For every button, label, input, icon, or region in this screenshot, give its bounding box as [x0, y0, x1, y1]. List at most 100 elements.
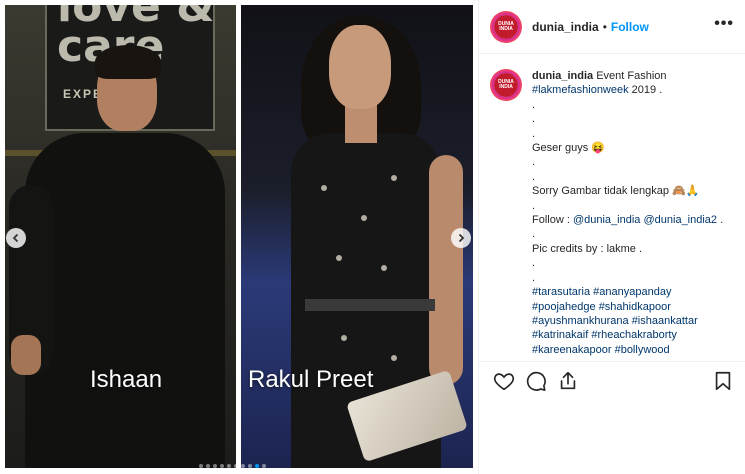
- carousel-dot: [227, 464, 231, 468]
- caption-text-segment: .: [532, 113, 536, 126]
- hashtag-link[interactable]: #lakmefashionweek: [532, 84, 629, 96]
- post-panel: DUNIA INDIA dunia_india • Follow ••• DUN…: [478, 0, 745, 474]
- embroidery: [391, 175, 397, 181]
- avatar-logo: DUNIA INDIA: [494, 73, 518, 97]
- header-username[interactable]: dunia_india: [532, 20, 599, 34]
- avatar-logo: DUNIA INDIA: [494, 14, 518, 39]
- person-arm: [429, 155, 463, 385]
- caption-text-segment: .: [532, 199, 536, 212]
- person-neck: [345, 103, 377, 143]
- caption-text-segment: 2019 .: [628, 84, 663, 97]
- save-button[interactable]: [712, 370, 734, 392]
- photo-caption-left: Ishaan: [90, 366, 163, 393]
- person-body: [25, 133, 225, 468]
- hashtag-link[interactable]: #rheachakraborty: [591, 329, 677, 341]
- caption-line: Follow : @dunia_india @dunia_india2 .: [532, 213, 732, 227]
- mention-link[interactable]: @dunia_india: [573, 214, 640, 226]
- embroidery: [341, 335, 347, 341]
- caption-line: .: [532, 112, 732, 126]
- caption-text-segment: .: [532, 156, 536, 169]
- caption-line: #poojahedge #shahidkapoor: [532, 300, 732, 314]
- carousel-dot: [248, 464, 252, 468]
- photo-ishaan: love & care EXPER SH: [5, 5, 236, 468]
- hashtag-link[interactable]: #tarasutaria: [532, 286, 590, 298]
- comments-section[interactable]: DUNIA INDIA dunia_india Event Fashion #la…: [479, 55, 745, 361]
- hashtag-link[interactable]: #bollywood: [615, 344, 670, 356]
- caption-text-segment: .: [717, 214, 724, 227]
- carousel-dot: [199, 464, 203, 468]
- caption-text-segment: Follow :: [532, 214, 573, 227]
- header-separator: •: [602, 19, 607, 34]
- hashtag-link[interactable]: #ananyapanday: [593, 286, 671, 298]
- caption-avatar[interactable]: DUNIA INDIA: [490, 69, 522, 101]
- person-hair: [95, 45, 161, 79]
- caption-line: .: [532, 271, 732, 285]
- caption-line: #lakmefashionweek 2019 .: [532, 83, 732, 97]
- caption-text-segment: .: [532, 257, 536, 270]
- caption-text-segment: .: [532, 98, 536, 111]
- caption-text-segment: Event Fashion: [596, 70, 667, 82]
- carousel-dot: [262, 464, 266, 468]
- carousel-prev-button[interactable]: [6, 228, 26, 248]
- heart-icon: [493, 373, 515, 391]
- avatar[interactable]: DUNIA INDIA: [490, 10, 522, 43]
- photo-rakul: [241, 5, 473, 468]
- carousel-dot: [206, 464, 210, 468]
- caption-text-segment: .: [532, 271, 536, 284]
- caption-line: .: [532, 98, 732, 112]
- hashtag-link[interactable]: #poojahedge: [532, 301, 596, 313]
- carousel-next-button[interactable]: [451, 228, 471, 248]
- caption-text-segment: Geser guys 😝: [532, 142, 605, 155]
- caption-text-segment: .: [532, 170, 536, 183]
- carousel-dot: [220, 464, 224, 468]
- share-icon: [560, 371, 576, 390]
- comment-icon: [526, 371, 546, 391]
- share-button[interactable]: [557, 370, 579, 392]
- hashtag-link[interactable]: #kareenakapoor: [532, 344, 612, 356]
- person-hand: [11, 335, 41, 375]
- embroidery: [381, 265, 387, 271]
- post-header: DUNIA INDIA dunia_india • Follow •••: [479, 0, 745, 54]
- comment-button[interactable]: [525, 370, 547, 392]
- mention-link[interactable]: @dunia_india2: [643, 214, 717, 226]
- embroidery: [361, 215, 367, 221]
- caption-text-segment: Sorry Gambar tidak lengkap 🙈🙏: [532, 185, 700, 198]
- hashtag-link[interactable]: #katrinakaif: [532, 329, 588, 341]
- follow-button[interactable]: Follow: [611, 20, 649, 34]
- caption-line: #tarasutaria #ananyapanday: [532, 285, 732, 299]
- caption-line: Geser guys 😝: [532, 141, 732, 155]
- caption-username[interactable]: dunia_india: [532, 70, 596, 82]
- post-media[interactable]: love & care EXPER SH Ishaan Rakul Preet: [0, 0, 478, 474]
- bookmark-icon: [715, 371, 731, 391]
- carousel-dot: [234, 464, 238, 468]
- embroidery: [391, 355, 397, 361]
- carousel-dot: [213, 464, 217, 468]
- caption-line: .: [532, 227, 732, 241]
- carousel-dot: [255, 464, 259, 468]
- more-options-button[interactable]: •••: [714, 15, 734, 33]
- embroidery: [321, 185, 327, 191]
- caption-line: #katrinakaif #rheachakraborty: [532, 328, 732, 342]
- caption-line: #ayushmankhurana #ishaankattar: [532, 314, 732, 328]
- caption-text-segment: .: [532, 127, 536, 140]
- caption-comment: DUNIA INDIA dunia_india Event Fashion #la…: [490, 69, 734, 357]
- caption-line: .: [532, 199, 732, 213]
- caption-line: Sorry Gambar tidak lengkap 🙈🙏: [532, 184, 732, 198]
- person-head: [329, 25, 391, 109]
- caption-line: .: [532, 155, 732, 169]
- hashtag-link[interactable]: #ayushmankhurana: [532, 315, 629, 327]
- dress-belt: [305, 299, 435, 311]
- embroidery: [336, 255, 342, 261]
- caption-text-segment: .: [532, 228, 536, 241]
- chevron-right-icon: [458, 233, 465, 243]
- hashtag-link[interactable]: #shahidkapoor: [599, 301, 671, 313]
- caption-line: .: [532, 170, 732, 184]
- hashtag-link[interactable]: #ishaankattar: [632, 315, 698, 327]
- carousel-dot: [241, 464, 245, 468]
- action-bar: [479, 361, 745, 401]
- chevron-left-icon: [12, 233, 19, 243]
- caption-line: .: [532, 256, 732, 270]
- like-button[interactable]: [493, 370, 515, 392]
- photo-caption-right: Rakul Preet: [248, 366, 374, 393]
- carousel-dots: [199, 464, 266, 468]
